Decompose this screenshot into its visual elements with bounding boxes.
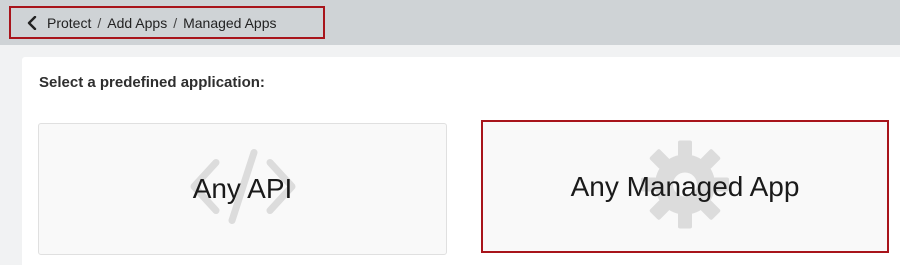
- card-label: Any API: [192, 173, 293, 204]
- breadcrumb-separator: /: [97, 14, 102, 31]
- breadcrumb-item-protect[interactable]: Protect: [47, 15, 91, 31]
- card-label: Any Managed App: [570, 170, 800, 202]
- breadcrumb: Protect / Add Apps / Managed Apps: [9, 6, 325, 39]
- breadcrumb-item-add-apps[interactable]: Add Apps: [107, 15, 167, 31]
- section-title: Select a predefined application:: [39, 74, 265, 91]
- app-selection-panel: Select a predefined application: Any API: [22, 57, 900, 265]
- header-bar: Protect / Add Apps / Managed Apps: [0, 0, 900, 45]
- chevron-left-icon[interactable]: [24, 15, 40, 31]
- breadcrumb-item-managed-apps: Managed Apps: [183, 14, 277, 31]
- any-api-card[interactable]: Any API: [38, 123, 447, 255]
- breadcrumb-separator: /: [173, 14, 178, 31]
- any-managed-app-card[interactable]: Any Managed App: [481, 120, 889, 253]
